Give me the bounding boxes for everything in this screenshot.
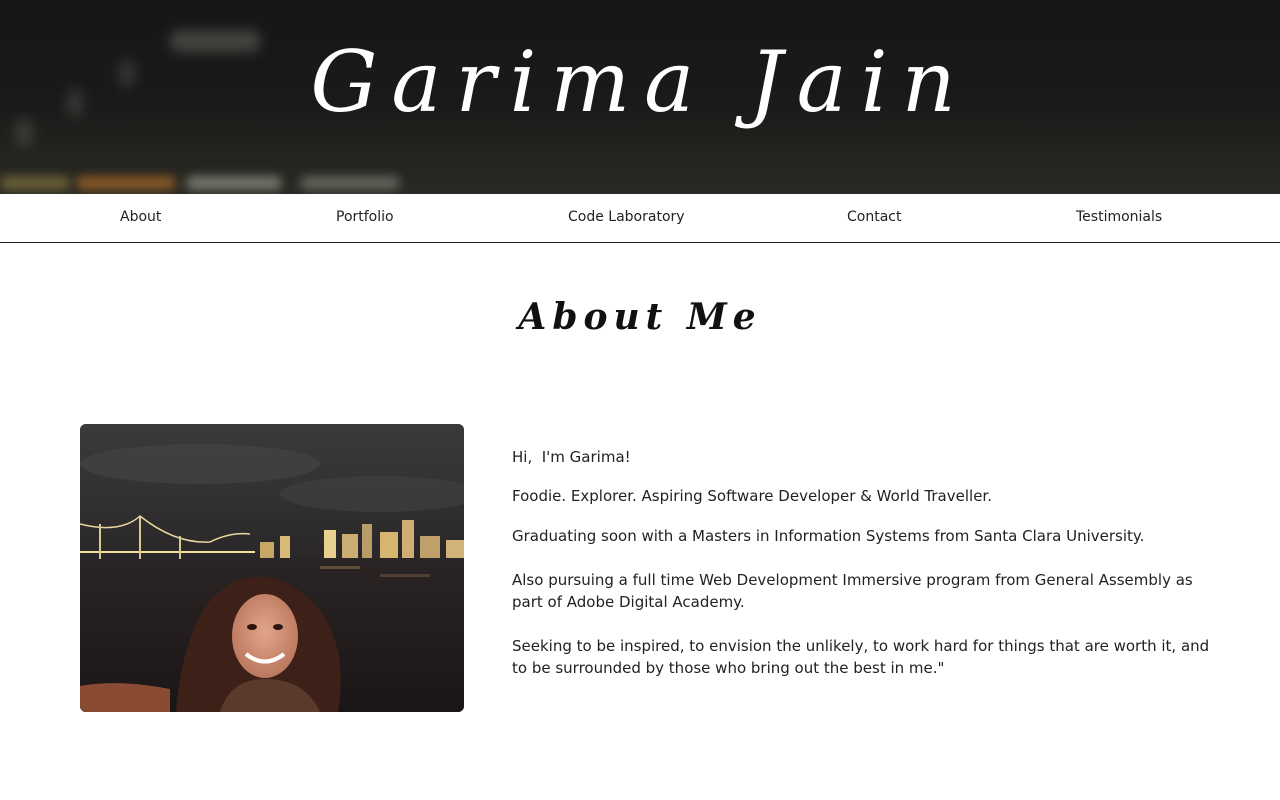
background-blur bbox=[0, 176, 70, 190]
about-text: Hi, I'm Garima! Foodie. Explorer. Aspiri… bbox=[512, 446, 1212, 679]
section-heading: About Me bbox=[518, 296, 762, 338]
main-nav: About Portfolio Code Laboratory Contact … bbox=[0, 194, 1280, 243]
site-title: Garima Jain bbox=[310, 33, 970, 131]
nav-item-testimonials[interactable]: Testimonials bbox=[1076, 194, 1162, 242]
profile-photo bbox=[80, 424, 464, 712]
quote-text: Seeking to be inspired, to envision the … bbox=[512, 637, 1210, 677]
header-banner: Garima Jain bbox=[0, 0, 1280, 194]
background-blur bbox=[186, 176, 282, 190]
program-text: Also pursuing a full time Web Developmen… bbox=[512, 571, 1193, 611]
greeting-text: Hi, I'm Garima! bbox=[512, 448, 631, 466]
background-blur bbox=[76, 176, 176, 190]
background-blur bbox=[300, 176, 400, 190]
tagline-text: Foodie. Explorer. Aspiring Software Deve… bbox=[512, 487, 992, 505]
nav-item-about[interactable]: About bbox=[120, 194, 161, 242]
nav-item-code-laboratory[interactable]: Code Laboratory bbox=[568, 194, 685, 242]
education-text: Graduating soon with a Masters in Inform… bbox=[512, 527, 1145, 545]
nav-item-contact[interactable]: Contact bbox=[847, 194, 901, 242]
nav-item-portfolio[interactable]: Portfolio bbox=[336, 194, 394, 242]
